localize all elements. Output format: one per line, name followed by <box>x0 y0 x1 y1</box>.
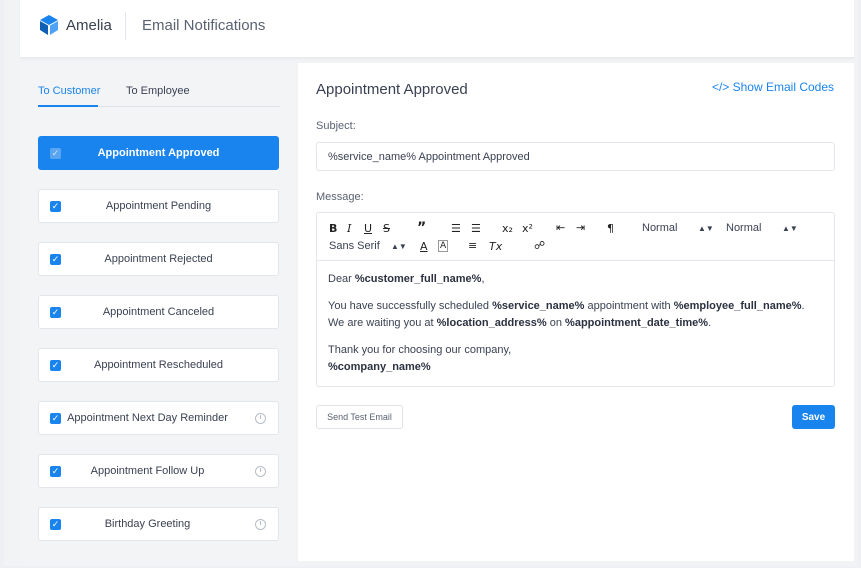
link-icon[interactable]: ☍ <box>534 239 545 252</box>
notification-label: Appointment Rejected <box>104 253 213 265</box>
save-button[interactable]: Save <box>792 405 835 429</box>
notification-label: Appointment Follow Up <box>90 465 205 477</box>
clear-format-button[interactable]: Tx <box>489 240 502 253</box>
tab-to-customer[interactable]: To Customer <box>38 85 100 97</box>
size-select[interactable]: Normal ▲▼ <box>726 222 798 234</box>
blockquote-button[interactable]: ” <box>417 220 426 236</box>
subject-input[interactable] <box>316 142 835 171</box>
brand-name: Amelia <box>66 17 112 34</box>
greeting-line: Dear %customer_full_name%, <box>328 273 485 285</box>
indent-button[interactable]: ⇥ <box>576 221 585 234</box>
notification-item-appointment-pending[interactable]: ✓ Appointment Pending <box>38 189 279 223</box>
notification-item-appointment-approved[interactable]: ✓ Appointment Approved <box>38 136 279 170</box>
page-header: Amelia Email Notifications <box>20 0 854 58</box>
select-arrows-icon: ▲▼ <box>698 224 714 233</box>
superscript-button[interactable]: x² <box>522 222 533 235</box>
message-body[interactable]: Dear %customer_full_name%, You have succ… <box>328 271 823 386</box>
app-frame: Amelia Email Notifications To Customer T… <box>4 0 857 566</box>
body-paragraph: You have successfully scheduled %service… <box>328 300 805 329</box>
align-button[interactable]: ≡ <box>468 239 477 252</box>
strikethrough-button[interactable]: S <box>383 222 390 235</box>
size-select-value: Normal <box>726 222 762 234</box>
notification-editor-panel: Appointment Approved </> Show Email Code… <box>298 63 854 561</box>
notification-item-birthday-greeting[interactable]: ✓ Birthday Greeting <box>38 507 279 541</box>
notification-label: Appointment Rescheduled <box>93 359 224 371</box>
notification-label: Appointment Approved <box>97 147 220 159</box>
recipient-tabs: To Customer To Employee <box>38 83 280 107</box>
clock-icon <box>255 466 266 477</box>
select-arrows-icon: ▲▼ <box>391 242 407 251</box>
notification-item-next-day-reminder[interactable]: ✓ Appointment Next Day Reminder <box>38 401 279 435</box>
send-test-email-button[interactable]: Send Test Email <box>316 405 403 429</box>
header-divider <box>125 12 126 40</box>
select-arrows-icon: ▲▼ <box>782 224 798 233</box>
font-select[interactable]: Sans Serif ▲▼ <box>329 240 407 252</box>
subscript-button[interactable]: x₂ <box>502 222 513 235</box>
show-email-codes-link[interactable]: </> Show Email Codes <box>712 80 834 94</box>
notification-label: Appointment Next Day Reminder <box>67 412 228 424</box>
message-label: Message: <box>316 191 364 203</box>
clock-icon <box>255 519 266 530</box>
italic-button[interactable]: I <box>347 222 351 235</box>
font-color-button[interactable]: A <box>420 240 428 253</box>
outdent-button[interactable]: ⇤ <box>556 221 565 234</box>
clock-icon <box>255 413 266 424</box>
ordered-list-button[interactable]: ☰ <box>451 222 461 235</box>
active-tab-indicator <box>38 105 98 107</box>
tab-to-employee[interactable]: To Employee <box>126 85 190 97</box>
notification-item-follow-up[interactable]: ✓ Appointment Follow Up <box>38 454 279 488</box>
text-direction-button[interactable]: ¶ <box>607 222 614 235</box>
bullet-list-button[interactable]: ☰ <box>471 222 481 235</box>
background-color-button[interactable]: A <box>438 240 449 252</box>
notification-item-appointment-rejected[interactable]: ✓ Appointment Rejected <box>38 242 279 276</box>
page-title: Email Notifications <box>142 17 266 34</box>
closing-paragraph: Thank you for choosing our company, %comp… <box>328 344 512 373</box>
notification-label: Birthday Greeting <box>104 518 191 530</box>
underline-button[interactable]: U <box>364 222 372 235</box>
amelia-logo-icon <box>40 15 58 35</box>
header-select-value: Normal <box>642 222 678 234</box>
notifications-sidebar: To Customer To Employee ✓ Appointment Ap… <box>20 63 296 561</box>
notification-title: Appointment Approved <box>316 81 468 98</box>
notification-label: Appointment Pending <box>105 200 212 212</box>
subject-label: Subject: <box>316 120 356 132</box>
header-select[interactable]: Normal ▲▼ <box>642 222 714 234</box>
bold-button[interactable]: B <box>329 222 337 235</box>
notification-label: Appointment Canceled <box>102 306 215 318</box>
editor-toolbar: B I U S ” ☰ ☰ x₂ x² ⇤ ⇥ ¶ Normal ▲▼ Norm… <box>317 213 834 261</box>
font-select-value: Sans Serif <box>329 240 380 252</box>
message-editor[interactable]: B I U S ” ☰ ☰ x₂ x² ⇤ ⇥ ¶ Normal ▲▼ Norm… <box>316 212 835 387</box>
notification-item-appointment-canceled[interactable]: ✓ Appointment Canceled <box>38 295 279 329</box>
notification-item-appointment-rescheduled[interactable]: ✓ Appointment Rescheduled <box>38 348 279 382</box>
